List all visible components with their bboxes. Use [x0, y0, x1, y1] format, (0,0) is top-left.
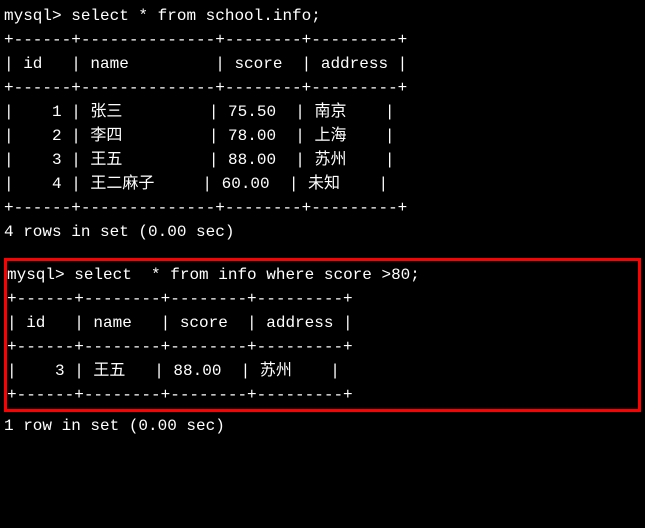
table2-row: | 3 | 王五 | 88.00 | 苏州 |: [7, 359, 638, 383]
query1-sql: select * from school.info;: [71, 7, 321, 25]
highlighted-query-block: mysql> select * from info where score >8…: [4, 258, 641, 412]
table2-header: | id | name | score | address |: [7, 311, 638, 335]
query1-line[interactable]: mysql> select * from school.info;: [4, 4, 641, 28]
table2-border-top: +------+--------+--------+---------+: [7, 287, 638, 311]
table1-row: | 4 | 王二麻子 | 60.00 | 未知 |: [4, 172, 641, 196]
table2-border-mid: +------+--------+--------+---------+: [7, 335, 638, 359]
table1-header: | id | name | score | address |: [4, 52, 641, 76]
mysql-prompt: mysql>: [7, 266, 74, 284]
terminal-output: mysql> select * from school.info; +-----…: [4, 4, 641, 438]
table1-border-mid: +------+--------------+--------+--------…: [4, 76, 641, 100]
query1-status: 4 rows in set (0.00 sec): [4, 220, 641, 244]
query2-sql: select * from info where score >80;: [74, 266, 420, 284]
table2-border-bot: +------+--------+--------+---------+: [7, 383, 638, 407]
table1-border-top: +------+--------------+--------+--------…: [4, 28, 641, 52]
table1-row: | 3 | 王五 | 88.00 | 苏州 |: [4, 148, 641, 172]
mysql-prompt: mysql>: [4, 7, 71, 25]
table1-row: | 1 | 张三 | 75.50 | 南京 |: [4, 100, 641, 124]
table1-border-bot: +------+--------------+--------+--------…: [4, 196, 641, 220]
query2-status: 1 row in set (0.00 sec): [4, 414, 641, 438]
query2-line[interactable]: mysql> select * from info where score >8…: [7, 263, 638, 287]
table1-row: | 2 | 李四 | 78.00 | 上海 |: [4, 124, 641, 148]
